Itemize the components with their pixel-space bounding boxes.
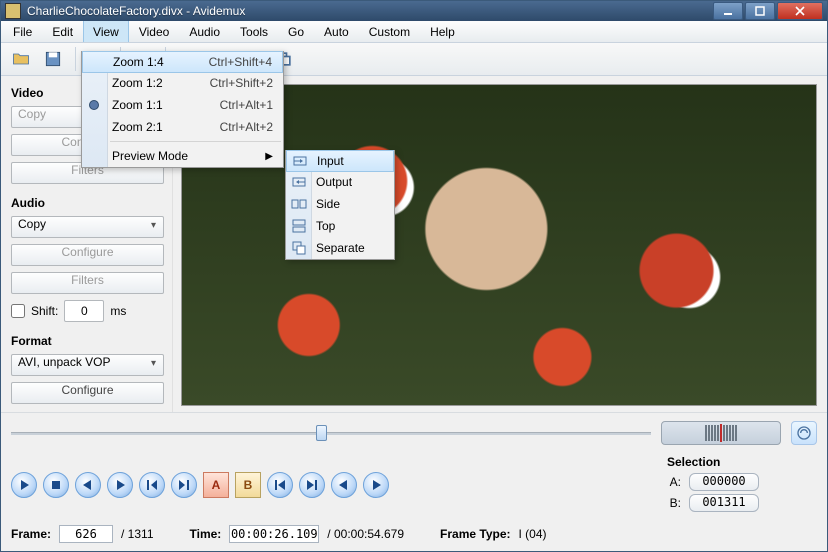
timeline-slider[interactable] bbox=[11, 424, 651, 442]
selection-b-value[interactable]: 001311 bbox=[689, 494, 759, 512]
side-icon bbox=[291, 196, 307, 212]
selection-a-value[interactable]: 000000 bbox=[689, 473, 759, 491]
frame-label: Frame: bbox=[11, 527, 51, 541]
play-button[interactable] bbox=[11, 472, 37, 498]
next-black-button[interactable] bbox=[363, 472, 389, 498]
jog-wheel[interactable] bbox=[661, 421, 781, 445]
mark-b-button[interactable]: B bbox=[235, 472, 261, 498]
menu-edit[interactable]: Edit bbox=[42, 21, 83, 42]
preview-submenu: Input Output Side Top Separate bbox=[285, 150, 395, 260]
volume-button[interactable] bbox=[791, 421, 817, 445]
zoom-1-4-item[interactable]: Zoom 1:4Ctrl+Shift+4 bbox=[82, 51, 283, 73]
selection-a-label: A: bbox=[667, 475, 681, 489]
close-button[interactable] bbox=[777, 2, 823, 20]
input-icon bbox=[292, 153, 308, 169]
menu-tools[interactable]: Tools bbox=[230, 21, 278, 42]
menu-file[interactable]: File bbox=[3, 21, 42, 42]
shift-checkbox[interactable] bbox=[11, 304, 25, 318]
window-title: CharlieChocolateFactory.divx - Avidemux bbox=[27, 4, 713, 18]
frametype-label: Frame Type: bbox=[440, 527, 510, 541]
frametype-value: I (04) bbox=[519, 527, 547, 541]
goto-start-button[interactable] bbox=[267, 472, 293, 498]
frame-input[interactable] bbox=[59, 525, 113, 543]
stop-button[interactable] bbox=[43, 472, 69, 498]
menu-audio[interactable]: Audio bbox=[179, 21, 230, 42]
menu-help[interactable]: Help bbox=[420, 21, 465, 42]
next-frame-button[interactable] bbox=[107, 472, 133, 498]
separate-icon bbox=[291, 240, 307, 256]
time-label: Time: bbox=[190, 527, 222, 541]
audio-section-label: Audio bbox=[11, 196, 164, 210]
submenu-arrow-icon: ▶ bbox=[265, 151, 273, 162]
format-section-label: Format bbox=[11, 334, 164, 348]
goto-end-button[interactable] bbox=[299, 472, 325, 498]
preview-side-item[interactable]: Side bbox=[286, 193, 394, 215]
mark-a-button[interactable]: A bbox=[203, 472, 229, 498]
save-button[interactable] bbox=[39, 45, 67, 73]
selection-b-label: B: bbox=[667, 496, 681, 510]
preview-top-item[interactable]: Top bbox=[286, 215, 394, 237]
preview-separate-item[interactable]: Separate bbox=[286, 237, 394, 259]
maximize-button[interactable] bbox=[745, 2, 775, 20]
prev-frame-button[interactable] bbox=[75, 472, 101, 498]
minimize-button[interactable] bbox=[713, 2, 743, 20]
shift-label: Shift: bbox=[31, 304, 58, 318]
prev-black-button[interactable] bbox=[331, 472, 357, 498]
prev-keyframe-button[interactable] bbox=[139, 472, 165, 498]
menu-auto[interactable]: Auto bbox=[314, 21, 359, 42]
timeline-thumb[interactable] bbox=[316, 425, 327, 441]
zoom-1-2-item[interactable]: Zoom 1:2Ctrl+Shift+2 bbox=[82, 72, 283, 94]
shift-value-input[interactable] bbox=[64, 300, 104, 322]
radio-indicator-icon bbox=[89, 100, 99, 110]
app-icon bbox=[5, 3, 21, 19]
zoom-1-1-item[interactable]: Zoom 1:1Ctrl+Alt+1 bbox=[82, 94, 283, 116]
menu-go[interactable]: Go bbox=[278, 21, 314, 42]
menu-custom[interactable]: Custom bbox=[359, 21, 420, 42]
next-keyframe-button[interactable] bbox=[171, 472, 197, 498]
zoom-2-1-item[interactable]: Zoom 2:1Ctrl+Alt+2 bbox=[82, 116, 283, 138]
format-select[interactable]: AVI, unpack VOP bbox=[11, 354, 164, 376]
preview-input-item[interactable]: Input bbox=[286, 150, 394, 172]
frame-total: / 1311 bbox=[121, 527, 153, 541]
audio-codec-select[interactable]: Copy bbox=[11, 216, 164, 238]
shift-unit: ms bbox=[110, 304, 126, 318]
time-input[interactable] bbox=[229, 525, 319, 543]
top-icon bbox=[291, 218, 307, 234]
menubar: File Edit View Video Audio Tools Go Auto… bbox=[1, 21, 827, 43]
selection-title: Selection bbox=[667, 455, 817, 469]
preview-mode-item[interactable]: Preview Mode▶ bbox=[82, 145, 283, 167]
audio-configure-button[interactable]: Configure bbox=[11, 244, 164, 266]
time-total: / 00:00:54.679 bbox=[327, 527, 404, 541]
open-file-button[interactable] bbox=[7, 45, 35, 73]
menu-view[interactable]: View bbox=[83, 21, 129, 42]
output-icon bbox=[291, 174, 307, 190]
menu-video[interactable]: Video bbox=[129, 21, 179, 42]
format-configure-button[interactable]: Configure bbox=[11, 382, 164, 404]
preview-output-item[interactable]: Output bbox=[286, 171, 394, 193]
view-dropdown: Zoom 1:4Ctrl+Shift+4 Zoom 1:2Ctrl+Shift+… bbox=[81, 51, 284, 168]
audio-filters-button[interactable]: Filters bbox=[11, 272, 164, 294]
